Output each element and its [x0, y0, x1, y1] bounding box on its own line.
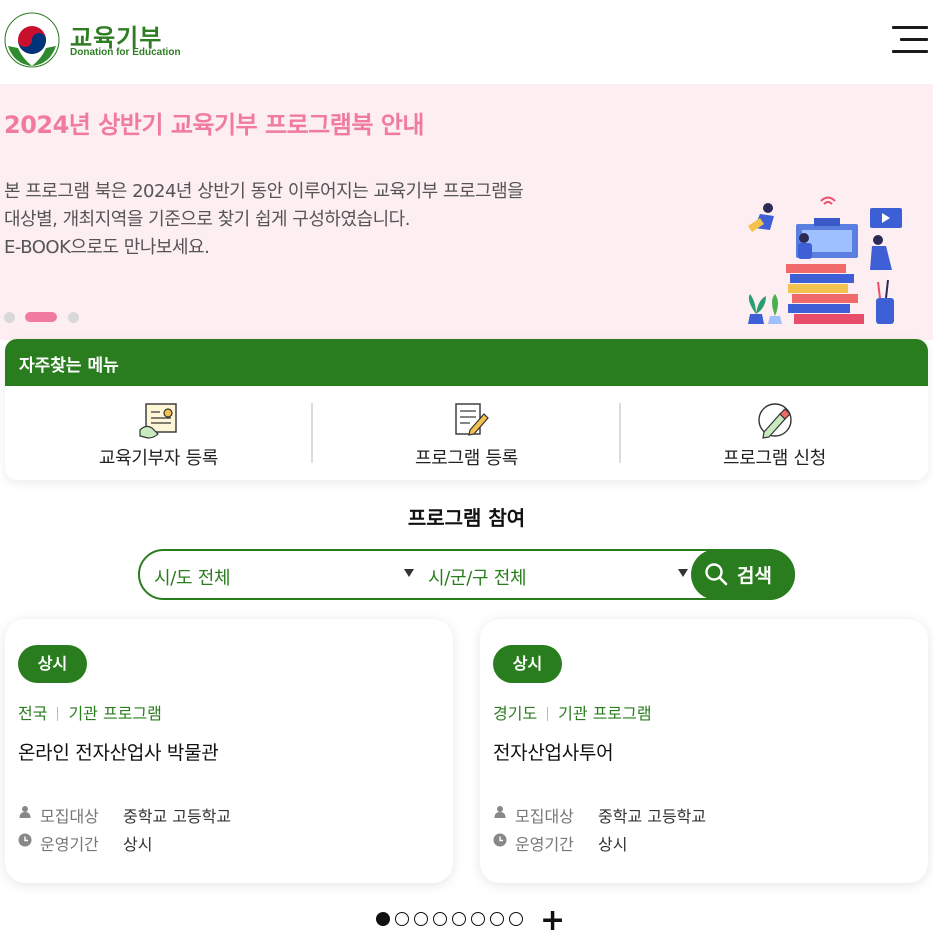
page-dot-active[interactable] [376, 912, 390, 926]
page-dot[interactable] [395, 912, 409, 926]
page-dot[interactable] [490, 912, 504, 926]
chevron-down-icon [404, 569, 414, 577]
target-value: 중학교 고등학교 [598, 807, 707, 826]
banner-desc-line: E-BOOK으로도 만나보세요. [4, 237, 210, 258]
site-header: 교육기부 Donation for Education [0, 0, 933, 84]
program-title[interactable]: 온라인 전자산업사 박물관 [18, 738, 219, 765]
program-meta: 경기도 기관 프로그램 [493, 700, 652, 724]
clock-icon [493, 833, 507, 847]
quick-menu-item-program-apply[interactable]: 프로그램 신청 [621, 386, 928, 480]
banner-desc-line: 대상별, 개최지역을 기준으로 찾기 쉽게 구성하였습니다. [4, 209, 410, 230]
period-value: 상시 [123, 835, 153, 854]
status-badge: 상시 [493, 645, 562, 683]
target-label: 모집대상 [515, 807, 574, 826]
region-select[interactable]: 시/도 전체 [140, 551, 420, 598]
quick-menu-header: 자주찾는 메뉴 [5, 339, 928, 386]
banner-description: 본 프로그램 북은 2024년 상반기 동안 이루어지는 교육기부 프로그램을 … [4, 178, 524, 262]
period-label: 운영기간 [515, 835, 574, 854]
period-value: 상시 [598, 835, 628, 854]
quick-menu-label: 교육기부자 등록 [98, 448, 219, 469]
quick-menu-panel: 자주찾는 메뉴 교육기부자 등록 프로그램 등록 프로그램 신청 [5, 339, 928, 480]
district-select[interactable]: 시/군/구 전체 [420, 551, 695, 598]
page-dot[interactable] [509, 912, 523, 926]
page-dot[interactable] [452, 912, 466, 926]
program-type: 기관 프로그램 [558, 704, 652, 723]
page-dot[interactable] [471, 912, 485, 926]
pen-circle-icon [758, 403, 792, 439]
program-region: 경기도 [493, 704, 538, 723]
program-card[interactable]: 상시 경기도 기관 프로그램 전자산업사투어 모집대상 중학교 고등학교 운영기간… [480, 619, 928, 883]
status-badge: 상시 [18, 645, 87, 683]
district-select-value: 시/군/구 전체 [428, 568, 527, 589]
program-region: 전국 [18, 704, 48, 723]
quick-menu-item-donor-register[interactable]: 교육기부자 등록 [5, 386, 312, 480]
quick-menu-label: 프로그램 신청 [723, 448, 826, 469]
promo-banner[interactable]: 2024년 상반기 교육기부 프로그램북 안내 본 프로그램 북은 2024년 … [0, 84, 933, 340]
person-icon [494, 806, 506, 818]
banner-dot[interactable] [4, 312, 15, 323]
program-type: 기관 프로그램 [68, 704, 162, 723]
quick-menu-item-program-register[interactable]: 프로그램 등록 [313, 386, 620, 480]
target-label: 모집대상 [40, 807, 99, 826]
banner-desc-line: 본 프로그램 북은 2024년 상반기 동안 이루어지는 교육기부 프로그램을 [4, 181, 524, 202]
document-pencil-icon [455, 403, 489, 436]
more-plus-icon[interactable]: + [540, 906, 565, 936]
chevron-down-icon [678, 569, 688, 577]
search-icon [705, 563, 728, 586]
search-button[interactable]: 검색 [691, 549, 795, 600]
banner-dot-active[interactable] [25, 312, 57, 322]
clock-icon [18, 833, 32, 847]
region-select-value: 시/도 전체 [154, 568, 231, 589]
education-illustration-icon [748, 196, 902, 324]
meta-divider [57, 707, 59, 721]
quick-menu-title: 자주찾는 메뉴 [19, 356, 119, 376]
quick-menu-label: 프로그램 등록 [415, 448, 518, 469]
program-section-title: 프로그램 참여 [407, 506, 526, 530]
program-meta: 전국 기관 프로그램 [18, 700, 162, 724]
period-label: 운영기간 [40, 835, 99, 854]
search-button-label: 검색 [737, 565, 772, 587]
program-card[interactable]: 상시 전국 기관 프로그램 온라인 전자산업사 박물관 모집대상 중학교 고등학교… [5, 619, 453, 883]
person-icon [19, 806, 31, 818]
taegeuk-logo-icon[interactable] [4, 12, 60, 68]
program-title[interactable]: 전자산업사투어 [493, 738, 614, 765]
meta-divider [547, 707, 549, 721]
hamburger-menu-icon[interactable] [892, 24, 928, 56]
site-subtitle: Donation for Education [70, 47, 181, 58]
banner-dot[interactable] [68, 312, 79, 323]
page-dot[interactable] [414, 912, 428, 926]
banner-title: 2024년 상반기 교육기부 프로그램북 안내 [4, 111, 424, 139]
target-value: 중학교 고등학교 [123, 807, 232, 826]
id-card-hand-icon [139, 403, 177, 439]
page-dot[interactable] [433, 912, 447, 926]
